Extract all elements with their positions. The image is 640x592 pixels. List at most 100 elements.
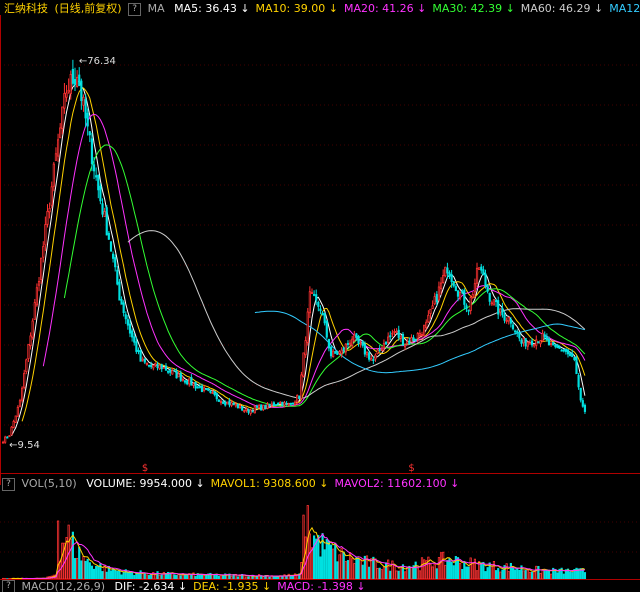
candle-body	[482, 269, 485, 276]
volume-bar	[459, 562, 462, 580]
candle-body	[507, 316, 510, 322]
volume-bar	[111, 569, 115, 580]
candle-body	[33, 302, 36, 320]
volume-bar	[505, 563, 508, 580]
candle-body	[1, 441, 5, 444]
candle-body	[566, 349, 570, 355]
candle-body	[114, 257, 117, 268]
candle-body	[67, 89, 70, 93]
candle-body	[564, 348, 567, 352]
candle-body	[583, 404, 587, 412]
candle-body	[541, 332, 544, 342]
volume-bar	[439, 552, 443, 580]
volume-bar	[467, 566, 470, 580]
candle-body	[471, 294, 474, 298]
candle-body	[196, 386, 199, 389]
candle-body	[175, 371, 178, 379]
candle-body	[12, 421, 15, 428]
candle-body	[213, 390, 216, 396]
volume-bar	[393, 565, 396, 580]
volume-bar	[82, 556, 85, 580]
candle-body	[530, 340, 534, 346]
candle-body	[524, 338, 527, 347]
candle-body	[257, 405, 261, 408]
candle-body	[131, 330, 134, 338]
candle-body	[338, 351, 341, 354]
candle-body	[156, 363, 159, 369]
candle-body	[359, 343, 362, 345]
volume-bar	[114, 569, 117, 580]
volume-bar	[475, 570, 479, 580]
volume-bar	[429, 563, 432, 580]
separator-line	[0, 473, 640, 474]
volume-bar	[528, 571, 532, 580]
high-price-label: ←76.34	[79, 56, 116, 67]
volume-bar	[378, 567, 381, 580]
candle-body	[533, 343, 536, 347]
candle-body	[264, 404, 267, 410]
candle-body	[329, 346, 333, 357]
macd-item: DIF: -2.634 ↓	[114, 579, 188, 592]
candle-body	[439, 282, 443, 290]
macd-item: MACD: -1.398 ↓	[277, 579, 366, 592]
stock-chart-window: 汇纳科技 (日线,前复权) ? MA MA5: 36.43 ↓ MA10: 39.…	[0, 0, 640, 592]
volume-bar	[313, 535, 316, 580]
volume-bar	[84, 560, 87, 580]
help-icon[interactable]: ?	[2, 580, 15, 592]
candle-body	[274, 404, 278, 407]
candle-body	[177, 373, 180, 378]
candle-body	[321, 313, 324, 316]
candle-body	[509, 319, 512, 324]
volume-bar	[569, 571, 572, 580]
volume-chart[interactable]	[0, 492, 640, 580]
volume-bar	[414, 561, 417, 580]
macd-indicator-name[interactable]: MACD(12,26,9)	[22, 580, 106, 592]
candle-body	[355, 333, 358, 338]
volume-bar	[418, 570, 421, 580]
candle-body	[260, 404, 263, 411]
volume-bar	[499, 571, 502, 580]
volume-bar	[465, 566, 468, 580]
candle-body	[497, 300, 500, 315]
volume-bar	[76, 557, 79, 580]
volume-bar	[380, 569, 383, 580]
candle-body	[186, 380, 189, 385]
candle-body	[268, 404, 271, 407]
candle-body	[469, 297, 472, 312]
volume-bar	[122, 571, 125, 580]
volume-bar	[450, 561, 453, 580]
candle-body	[518, 332, 521, 339]
candle-body	[84, 99, 87, 119]
candle-body	[198, 385, 201, 388]
candle-body	[236, 403, 240, 409]
candle-body	[18, 400, 22, 407]
volume-bar	[344, 561, 347, 580]
candle-body	[433, 296, 436, 305]
price-chart[interactable]: ←76.34←9.54$ $	[0, 15, 640, 485]
candle-body	[103, 211, 106, 218]
candle-body	[111, 253, 115, 259]
candle-body	[215, 392, 218, 400]
candle-body	[448, 272, 451, 277]
candle-body	[300, 374, 303, 399]
candle-body	[207, 388, 210, 391]
candle-body	[298, 395, 301, 399]
candle-body	[118, 281, 121, 301]
volume-bar	[435, 568, 438, 580]
candle-body	[452, 281, 455, 287]
volume-bar	[69, 538, 72, 580]
volume-bar	[348, 552, 352, 580]
volume-bar	[437, 557, 441, 580]
help-icon[interactable]: ?	[2, 477, 15, 491]
candle-body	[431, 305, 434, 309]
help-icon[interactable]: ?	[128, 2, 142, 16]
volume-bar	[408, 565, 411, 580]
candle-body	[545, 336, 548, 341]
candle-body	[279, 402, 282, 404]
candle-body	[414, 338, 417, 341]
volume-indicator-name[interactable]: VOL(5,10)	[22, 476, 77, 492]
candle-body	[71, 68, 74, 84]
candle-body	[334, 351, 337, 354]
candle-body	[234, 403, 237, 407]
volume-bar	[533, 571, 536, 580]
